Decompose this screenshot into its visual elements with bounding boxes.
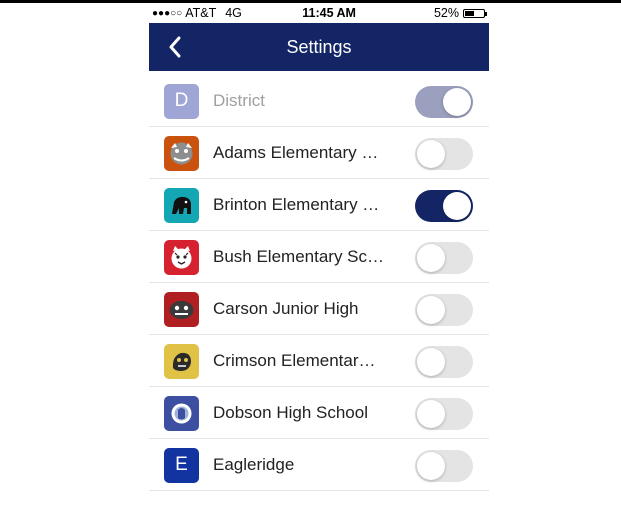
status-left: ●●●○○ AT&T 4G [152, 6, 302, 20]
school-row: Adams Elementary … [149, 127, 489, 179]
school-row: Bush Elementary Sc… [149, 231, 489, 283]
status-right: 52% [433, 6, 487, 20]
notification-toggle[interactable] [415, 242, 473, 274]
school-row: E Eagleridge [149, 439, 489, 491]
school-name: Carson Junior High [213, 299, 359, 318]
chevron-left-icon [169, 36, 181, 58]
toggle-knob [443, 192, 471, 220]
toggle-knob [417, 140, 445, 168]
notification-toggle[interactable] [415, 346, 473, 378]
toggle-knob [417, 296, 445, 324]
toggle-knob [417, 348, 445, 376]
navigation-bar: Settings [149, 23, 489, 71]
school-letter-icon: D [164, 83, 199, 119]
school-name: Dobson High School [213, 403, 368, 422]
battery-fill [465, 10, 474, 16]
notification-toggle[interactable] [415, 190, 473, 222]
school-mascot-icon [164, 395, 199, 431]
school-row: Crimson Elementar… [149, 335, 489, 387]
notification-toggle[interactable] [415, 138, 473, 170]
school-name: Bush Elementary Sc… [213, 247, 385, 266]
school-mascot-icon [164, 135, 199, 171]
school-mascot-icon [164, 291, 199, 327]
phone-screen: ●●●○○ AT&T 4G 11:45 AM 52% Settings D Dis… [149, 3, 489, 507]
notification-toggle [415, 86, 473, 118]
school-list: D District Adams Elementary … Brinton Eleme… [149, 75, 489, 491]
toggle-knob [417, 452, 445, 480]
back-button[interactable] [161, 33, 189, 61]
school-name: Brinton Elementary … [213, 195, 380, 214]
school-row: Brinton Elementary … [149, 179, 489, 231]
school-name: District [213, 91, 265, 110]
school-name: Eagleridge [213, 455, 295, 474]
school-mascot-icon [164, 187, 199, 223]
school-name: Crimson Elementar… [213, 351, 376, 370]
notification-toggle[interactable] [415, 294, 473, 326]
school-row: D District [149, 75, 489, 127]
notification-toggle[interactable] [415, 398, 473, 430]
network-label: 4G [225, 6, 242, 20]
carrier-label: AT&T [185, 6, 217, 20]
notification-toggle[interactable] [415, 450, 473, 482]
school-row: Carson Junior High [149, 283, 489, 335]
battery-percent: 52% [433, 6, 459, 20]
school-mascot-icon [164, 343, 199, 379]
school-letter-icon: E [164, 447, 199, 483]
signal-strength-icon: ●●●○○ [152, 7, 183, 19]
status-bar: ●●●○○ AT&T 4G 11:45 AM 52% [149, 3, 489, 23]
toggle-knob [417, 400, 445, 428]
battery-icon [463, 8, 487, 18]
toggle-knob [443, 88, 471, 116]
page-title: Settings [286, 36, 352, 57]
status-time: 11:45 AM [302, 6, 356, 20]
school-mascot-icon [164, 239, 199, 275]
school-name: Adams Elementary … [213, 143, 379, 162]
toggle-knob [417, 244, 445, 272]
school-row: Dobson High School [149, 387, 489, 439]
